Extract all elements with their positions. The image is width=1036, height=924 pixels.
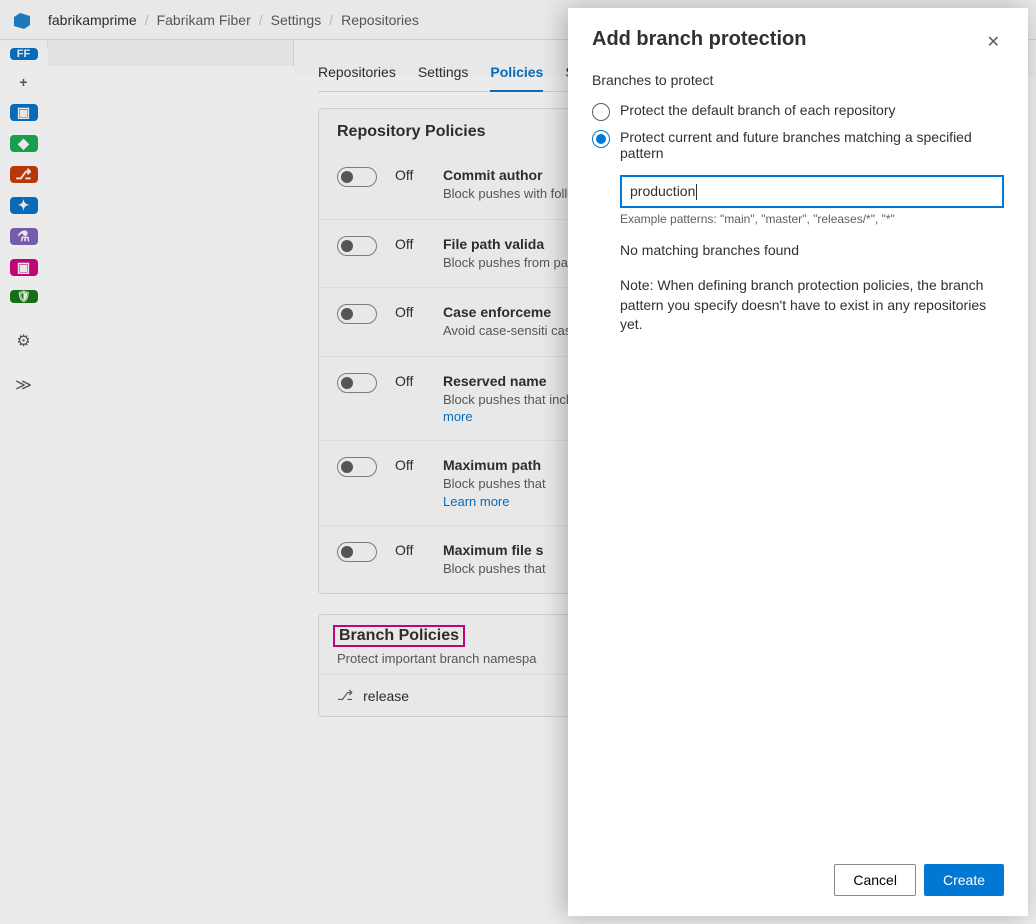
close-button[interactable]: ✕ xyxy=(983,28,1004,56)
cancel-button[interactable]: Cancel xyxy=(834,864,916,896)
radio-default-branch[interactable]: Protect the default branch of each repos… xyxy=(592,98,1004,125)
create-button[interactable]: Create xyxy=(924,864,1004,896)
radio-pattern-branch[interactable]: Protect current and future branches matc… xyxy=(592,125,1004,165)
text-caret xyxy=(696,184,697,200)
radio-icon xyxy=(592,103,610,121)
radio-label: Protect current and future branches matc… xyxy=(620,129,1004,161)
branch-pattern-input[interactable]: production xyxy=(620,175,1004,208)
radio-icon xyxy=(592,130,610,148)
no-matching-branches-text: No matching branches found xyxy=(620,242,1004,258)
branches-to-protect-label: Branches to protect xyxy=(592,72,1004,88)
branch-protection-note: Note: When defining branch protection po… xyxy=(620,276,1004,335)
close-icon: ✕ xyxy=(987,34,1000,51)
pattern-example-text: Example patterns: "main", "master", "rel… xyxy=(620,212,1004,226)
panel-footer: Cancel Create xyxy=(592,848,1004,896)
panel-title: Add branch protection xyxy=(592,28,806,51)
radio-label: Protect the default branch of each repos… xyxy=(620,102,896,118)
add-branch-protection-panel: Add branch protection ✕ Branches to prot… xyxy=(568,8,1028,916)
